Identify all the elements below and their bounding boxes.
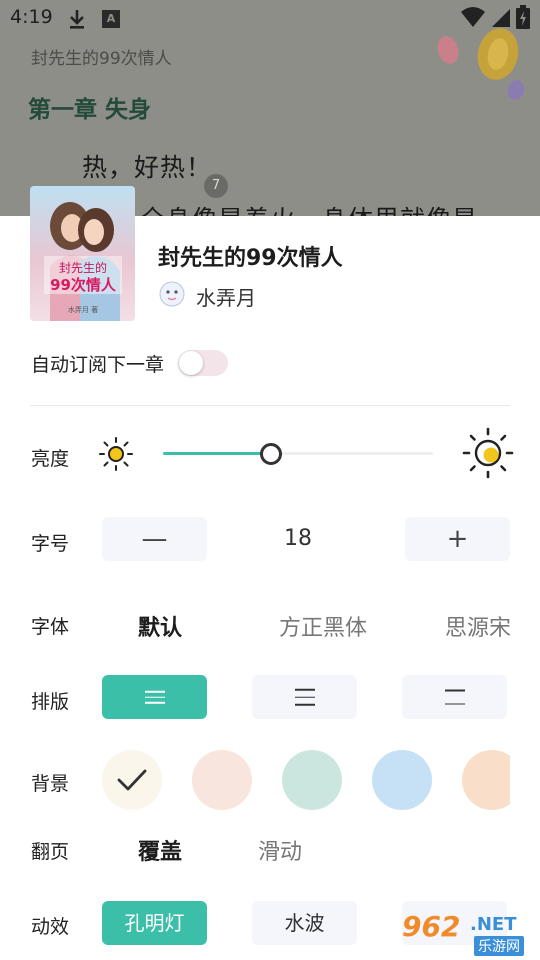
cover-author: 水弄月 著 bbox=[68, 305, 98, 314]
author-avatar-icon[interactable] bbox=[158, 280, 186, 308]
background-swatch[interactable] bbox=[282, 750, 342, 810]
animation-label: 动效 bbox=[31, 916, 70, 938]
watermark-site: 乐游网 bbox=[474, 936, 524, 956]
layout-loose-button[interactable] bbox=[402, 675, 507, 719]
brightness-high-icon[interactable] bbox=[462, 427, 514, 479]
font-option-default[interactable]: 默认 bbox=[138, 610, 182, 642]
reader-paragraph: 热，好热！ bbox=[82, 153, 213, 182]
author-name[interactable]: 水弄月 bbox=[196, 282, 256, 311]
layout-label: 排版 bbox=[31, 691, 70, 713]
chapter-title: 第一章 失身 bbox=[28, 97, 152, 123]
cover-title-line-1: 封先生的 bbox=[59, 260, 107, 275]
background-swatch-list bbox=[0, 740, 510, 820]
book-cover[interactable]: 封先生的 99次情人 水弄月 著 bbox=[30, 186, 135, 321]
checkmark-icon bbox=[117, 769, 147, 791]
background-swatch[interactable] bbox=[192, 750, 252, 810]
divider bbox=[30, 405, 510, 406]
background-swatch[interactable] bbox=[462, 750, 510, 810]
book-title[interactable]: 封先生的99次情人 bbox=[158, 240, 343, 272]
wifi-icon bbox=[461, 7, 485, 27]
font-size-label: 字号 bbox=[31, 533, 70, 555]
layout-normal-button[interactable] bbox=[252, 675, 357, 719]
status-time: 4:19 bbox=[10, 6, 53, 28]
layout-compact-button[interactable] bbox=[102, 675, 207, 719]
battery-icon bbox=[516, 5, 530, 29]
paragraph-comment-badge[interactable]: 7 bbox=[204, 174, 228, 198]
auto-subscribe-label: 自动订阅下一章 bbox=[31, 354, 165, 376]
auto-subscribe-toggle[interactable] bbox=[178, 350, 228, 376]
a-icon: A bbox=[102, 10, 120, 28]
animation-ripple-button[interactable]: 水波 bbox=[252, 901, 357, 945]
toggle-knob bbox=[179, 351, 203, 375]
lantern-decoration-icon bbox=[437, 28, 525, 100]
animation-lantern-button[interactable]: 孔明灯 bbox=[102, 901, 207, 945]
reader-book-title: 封先生的99次情人 bbox=[31, 49, 172, 69]
brightness-slider-thumb[interactable] bbox=[260, 443, 282, 465]
signal-icon bbox=[492, 9, 510, 27]
font-family-label: 字体 bbox=[31, 616, 70, 638]
page-turn-label: 翻页 bbox=[31, 841, 70, 863]
font-option-siyuan[interactable]: 思源宋 bbox=[445, 610, 511, 642]
font-option-fzheiti[interactable]: 方正黑体 bbox=[279, 610, 367, 642]
download-icon bbox=[70, 10, 84, 29]
spacing-normal-icon bbox=[294, 688, 315, 706]
brightness-low-icon[interactable] bbox=[98, 436, 134, 472]
page-turn-slide-option[interactable]: 滑动 bbox=[258, 834, 302, 866]
spacing-compact-icon bbox=[144, 690, 165, 704]
watermark-number: 962 bbox=[402, 910, 461, 943]
watermark-suffix: .NET bbox=[470, 914, 517, 935]
reader-background: 4:19 A 封先生的99次情人 第一章 失身 热，好热！ 全身像是着火，身体里… bbox=[0, 0, 540, 216]
cover-title-line-2: 99次情人 bbox=[50, 276, 117, 294]
background-swatch[interactable] bbox=[372, 750, 432, 810]
brightness-slider-fill bbox=[163, 452, 271, 455]
page-turn-cover-option[interactable]: 覆盖 bbox=[138, 834, 182, 866]
background-swatch-selected[interactable] bbox=[102, 750, 162, 810]
font-size-increase-button[interactable]: + bbox=[405, 517, 510, 561]
site-watermark: 962 .NET 乐游网 bbox=[400, 908, 536, 956]
font-size-value: 18 bbox=[284, 526, 312, 551]
spacing-loose-icon bbox=[444, 689, 465, 705]
font-size-decrease-button[interactable]: — bbox=[102, 517, 207, 561]
brightness-label: 亮度 bbox=[31, 448, 70, 470]
reader-paragraph: 全身像是着火，身体里就像是 bbox=[140, 200, 478, 216]
